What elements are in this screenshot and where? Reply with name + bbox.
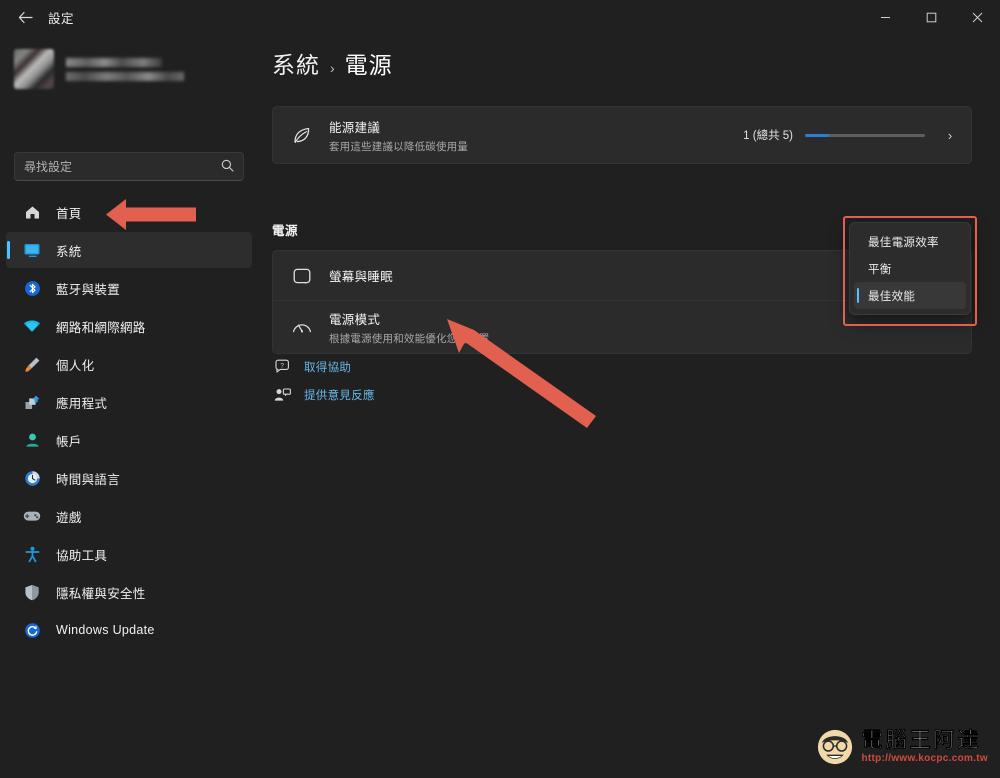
watermark-text: 電腦王阿達 http://www.kocpc.com.tw <box>861 730 988 764</box>
wifi-icon <box>22 316 42 336</box>
search-box[interactable] <box>14 152 244 181</box>
section-title-power: 電源 <box>272 224 299 238</box>
user-profile[interactable] <box>14 46 214 92</box>
dropdown-option-label: 平衡 <box>868 263 892 276</box>
power-mode-subtitle: 根據電源使用和效能優化您的裝置 <box>329 332 490 345</box>
link-label[interactable]: 取得協助 <box>304 359 351 375</box>
sidebar-item-time-language[interactable]: 時間與語言 <box>6 460 252 496</box>
sidebar-item-privacy[interactable]: 隱私權與安全性 <box>6 574 252 610</box>
energy-recommendations-card[interactable]: 能源建議 套用這些建議以降低碳使用量 1 (總共 5) › <box>272 106 972 164</box>
apps-icon <box>22 392 42 412</box>
breadcrumb: 系統 › 電源 <box>272 46 393 80</box>
maximize-button[interactable] <box>908 0 954 34</box>
sidebar-item-label: 系統 <box>56 244 82 259</box>
link-get-help[interactable]: ? 取得協助 <box>272 354 375 380</box>
home-icon <box>22 202 42 222</box>
accessibility-icon <box>22 544 42 564</box>
help-question-icon: ? <box>272 359 292 375</box>
settings-window: 設定 尋找設定 首頁 系統 藍牙與裝置 網路和網際網路 個人化 應用程式 帳戶 … <box>0 0 1000 778</box>
dropdown-option-best-power-efficiency[interactable]: 最佳電源效率 <box>854 228 966 255</box>
page-title: 電源 <box>344 52 393 78</box>
dropdown-option-balanced[interactable]: 平衡 <box>854 255 966 282</box>
search-input[interactable] <box>24 159 217 174</box>
energy-card-title: 能源建議 <box>329 120 381 135</box>
user-email-blurred <box>66 71 184 81</box>
sidebar-item-apps[interactable]: 應用程式 <box>6 384 252 420</box>
sidebar-item-label: 網路和網際網路 <box>56 320 146 335</box>
mascot-face-icon <box>818 729 853 765</box>
sidebar-item-label: 遊戲 <box>56 510 82 525</box>
power-mode-dropdown[interactable]: 最佳電源效率 平衡 最佳效能 <box>849 222 971 315</box>
back-button[interactable] <box>8 2 42 32</box>
sidebar-item-label: 首頁 <box>56 206 82 221</box>
sidebar-item-personalization[interactable]: 個人化 <box>6 346 252 382</box>
svg-text:?: ? <box>280 362 284 369</box>
dropdown-option-best-performance[interactable]: 最佳效能 <box>854 282 966 309</box>
chevron-right-icon[interactable]: › <box>943 128 957 143</box>
avatar <box>14 49 54 89</box>
update-refresh-icon <box>22 620 42 640</box>
sidebar-item-accounts[interactable]: 帳戶 <box>6 422 252 458</box>
sidebar-item-label: 時間與語言 <box>56 472 121 487</box>
breadcrumb-root[interactable]: 系統 <box>272 46 320 80</box>
watermark-url: http://www.kocpc.com.tw <box>861 753 988 764</box>
close-button[interactable] <box>954 0 1000 34</box>
gamepad-icon <box>22 506 42 526</box>
power-gauge-icon <box>289 314 315 340</box>
sidebar-item-system[interactable]: 系統 <box>6 232 252 268</box>
search-icon <box>221 159 234 175</box>
link-give-feedback[interactable]: 提供意見反應 <box>272 382 375 408</box>
energy-card-subtitle: 套用這些建議以降低碳使用量 <box>329 140 469 153</box>
sidebar-item-label: 藍牙與裝置 <box>56 282 121 297</box>
user-name-blurred <box>66 57 162 67</box>
energy-progress-bar <box>805 133 925 137</box>
shield-icon <box>22 582 42 602</box>
app-title: 設定 <box>48 11 75 26</box>
user-profile-text <box>66 57 184 81</box>
help-links: ? 取得協助 提供意見反應 <box>272 354 375 410</box>
energy-progress-fill <box>805 133 829 137</box>
energy-card-text: 能源建議 套用這些建議以降低碳使用量 <box>329 117 743 154</box>
dropdown-option-label: 最佳電源效率 <box>868 236 939 249</box>
breadcrumb-separator-icon: › <box>330 60 335 76</box>
link-label[interactable]: 提供意見反應 <box>304 387 375 403</box>
minimize-button[interactable] <box>862 0 908 34</box>
dropdown-option-label: 最佳效能 <box>868 290 916 303</box>
monitor-icon <box>22 240 42 260</box>
sidebar-item-bluetooth[interactable]: 藍牙與裝置 <box>6 270 252 306</box>
bluetooth-icon <box>22 278 42 298</box>
sidebar-item-label: 隱私權與安全性 <box>56 586 146 601</box>
sidebar-item-label: 帳戶 <box>56 434 82 449</box>
main-content: 系統 › 電源 能源建議 套用這些建議以降低碳使用量 1 (總共 5) › 電源 <box>258 34 1000 778</box>
sidebar-item-home[interactable]: 首頁 <box>6 194 252 230</box>
sidebar-item-network[interactable]: 網路和網際網路 <box>6 308 252 344</box>
sidebar-item-label: 個人化 <box>56 358 95 373</box>
sidebar: 首頁 系統 藍牙與 <box>0 34 258 778</box>
sidebar-item-gaming[interactable]: 遊戲 <box>6 498 252 534</box>
sidebar-item-label: 應用程式 <box>56 396 108 411</box>
window-controls <box>862 0 1000 34</box>
sidebar-nav: 首頁 系統 藍牙與裝置 網路和網際網路 個人化 應用程式 帳戶 時間與語言 遊戲… <box>6 194 252 650</box>
feedback-icon <box>272 387 292 403</box>
watermark-brand: 電腦王阿達 <box>861 729 982 752</box>
paintbrush-icon <box>22 354 42 374</box>
sidebar-item-label: Windows Update <box>56 623 155 637</box>
screen-sleep-icon <box>289 263 315 289</box>
site-watermark: 電腦王阿達 http://www.kocpc.com.tw <box>816 728 988 766</box>
clock-icon <box>22 468 42 488</box>
energy-progress-label: 1 (總共 5) <box>743 130 793 142</box>
title-bar: 設定 <box>0 0 1000 34</box>
sidebar-item-accessibility[interactable]: 協助工具 <box>6 536 252 572</box>
person-icon <box>22 430 42 450</box>
sidebar-item-windows-update[interactable]: Windows Update <box>6 612 252 648</box>
energy-leaf-icon <box>289 122 315 148</box>
sidebar-item-label: 協助工具 <box>56 548 108 563</box>
